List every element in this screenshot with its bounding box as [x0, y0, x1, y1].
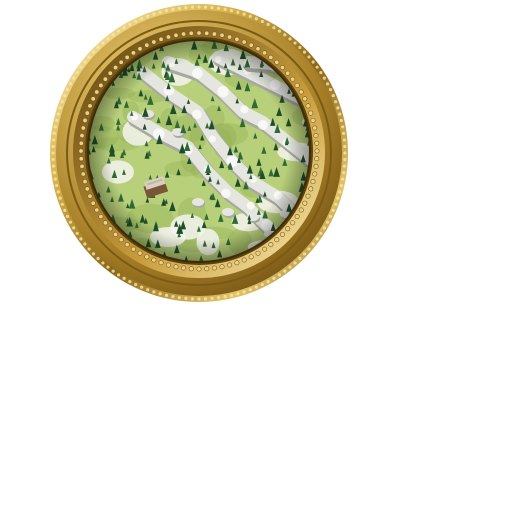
minimap-frame: [48, 2, 350, 304]
minimap[interactable]: [48, 2, 350, 304]
map-vignette: [88, 40, 310, 262]
minimap-screen: [0, 0, 512, 512]
